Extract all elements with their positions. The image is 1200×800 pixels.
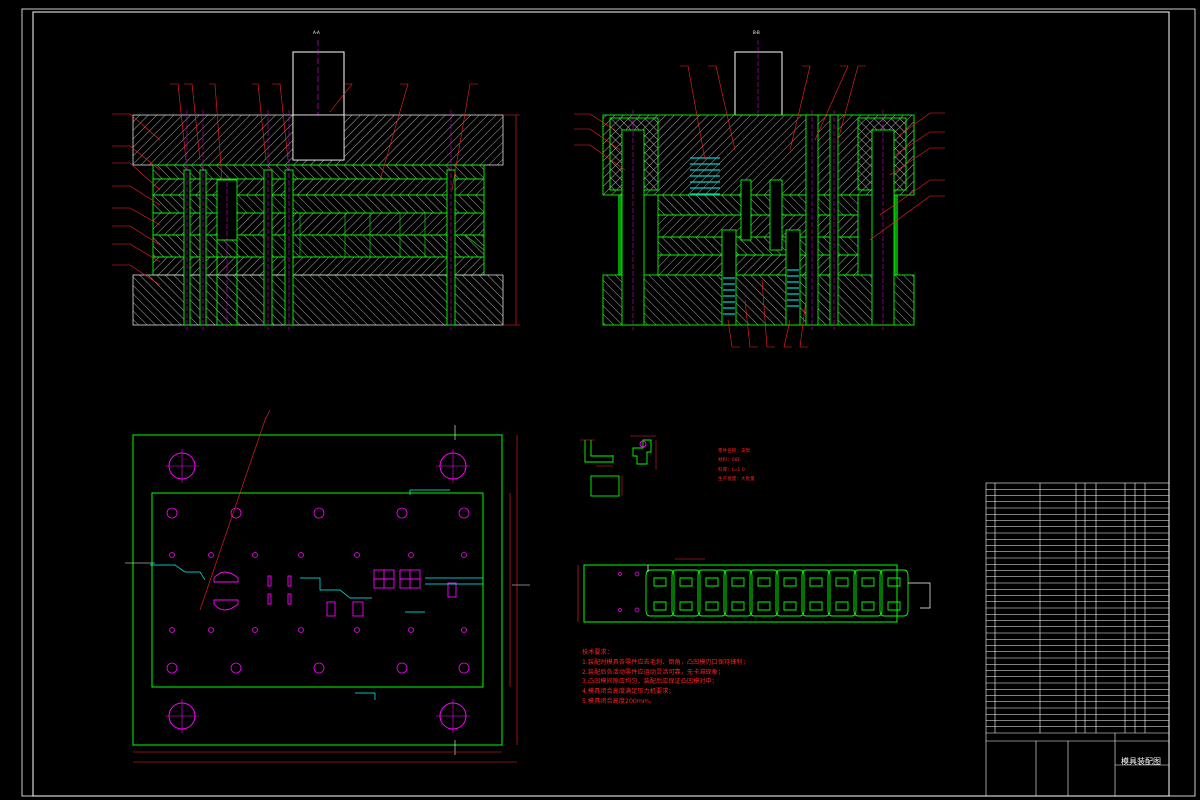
section-b-label: B-B (753, 30, 760, 35)
tech-note-item: 1.装配时模具各零件应去毛刺、倒角，凸凹模刃口保持锋利； (582, 658, 749, 666)
title-block (985, 482, 1170, 797)
part-spec-line: 生产批量：大批量 (718, 477, 755, 483)
tech-note-item: 2.装配后各活动零件应运动灵活可靠，无卡滞现象； (582, 668, 725, 676)
strip-station (697, 569, 727, 617)
technical-requirements: 技术要求： 1.装配时模具各零件应去毛刺、倒角，凸凹模刃口保持锋利； 2.装配后… (582, 648, 749, 707)
part-spec-line: 零件名称：支架 (718, 449, 751, 454)
part-sketch (580, 435, 657, 497)
strip-station (827, 569, 857, 617)
strip-station (645, 569, 675, 617)
plan-view (125, 409, 530, 763)
mold-shank-right (734, 51, 783, 116)
section-a-label: A-A (313, 30, 320, 35)
drawing-title: 模具装配图 (1121, 757, 1161, 766)
strip-station (723, 569, 753, 617)
tech-note-item: 3.凸凹模间隙应均匀，装配后应保证凸凹模对中； (582, 678, 718, 686)
strip-layout (577, 558, 931, 623)
strip-station (775, 569, 805, 617)
strip-station (879, 569, 909, 617)
strip-station (801, 569, 831, 617)
part-spec-line: 料厚：t=1.0 (718, 467, 745, 473)
strip-station (749, 569, 779, 617)
section-view-left (112, 40, 520, 330)
tech-note-item: 4.模具闭合高度满足压力机要求； (582, 688, 675, 696)
part-spec: 零件名称：支架 材料：08F 料厚：t=1.0 生产批量：大批量 (718, 447, 755, 485)
strip-station (671, 569, 701, 617)
strip-station (853, 569, 883, 617)
tech-note-item: 5.模具闭合高度200mm。 (582, 697, 656, 705)
section-view-right (574, 40, 945, 348)
tech-notes-title: 技术要求： (582, 649, 613, 656)
part-spec-line: 材料：08F (718, 458, 741, 464)
